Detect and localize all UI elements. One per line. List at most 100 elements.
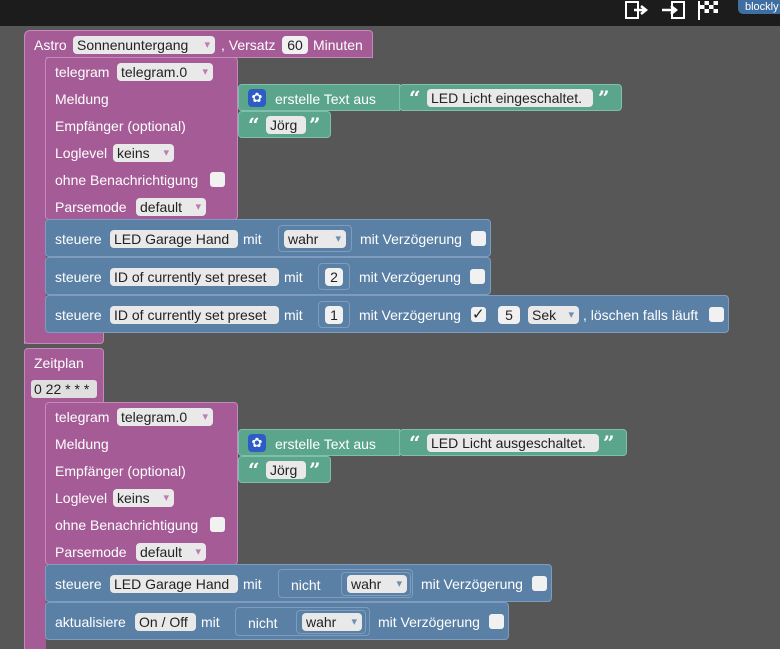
clear-if-running-checkbox[interactable] bbox=[709, 307, 724, 322]
astro-block-spine bbox=[24, 57, 46, 344]
text-join-block[interactable]: ✿ erstelle Text aus bbox=[238, 429, 400, 456]
logic-not-block[interactable]: nicht wahr bbox=[235, 607, 370, 636]
export-icon[interactable] bbox=[624, 0, 650, 20]
loglevel-label: Loglevel bbox=[55, 490, 108, 506]
delay-checkbox[interactable] bbox=[470, 269, 485, 284]
close-quote-icon: ” bbox=[603, 431, 615, 455]
loglevel-dropdown[interactable]: keins bbox=[113, 489, 174, 507]
control-verb: steuere bbox=[55, 231, 102, 247]
open-quote-icon: “ bbox=[409, 431, 421, 455]
control-state-block[interactable]: steuere ID of currently set preset mit 2… bbox=[45, 257, 491, 295]
text-join-block[interactable]: ✿ erstelle Text aus bbox=[238, 84, 400, 111]
parsemode-label: Parsemode bbox=[55, 199, 127, 215]
recipient-label: Empfänger (optional) bbox=[55, 118, 186, 134]
loglevel-dropdown[interactable]: keins bbox=[113, 144, 174, 162]
control-target-field[interactable]: ID of currently set preset bbox=[110, 268, 279, 286]
bool-dropdown[interactable]: wahr bbox=[284, 230, 346, 248]
recipient-label: Empfänger (optional) bbox=[55, 463, 186, 479]
gear-icon[interactable]: ✿ bbox=[248, 434, 266, 452]
parsemode-dropdown[interactable]: default bbox=[136, 543, 206, 561]
delay-checkbox-checked[interactable] bbox=[471, 305, 486, 323]
open-quote-icon: “ bbox=[248, 113, 260, 137]
open-quote-icon: “ bbox=[248, 458, 260, 482]
parsemode-label: Parsemode bbox=[55, 544, 127, 560]
bool-dropdown[interactable]: wahr bbox=[347, 575, 407, 593]
cron-field[interactable]: 0 22 * * * bbox=[31, 380, 97, 398]
number-field[interactable]: 1 bbox=[325, 306, 343, 324]
astro-trigger-block[interactable]: Astro Sonnenuntergang , Versatz 60 Minut… bbox=[24, 30, 373, 58]
telegram-block[interactable]: telegram telegram.0 Meldung Empfänger (o… bbox=[45, 402, 238, 565]
delay-label: mit Verzögerung bbox=[421, 576, 523, 592]
delay-unit-dropdown[interactable]: Sek bbox=[528, 306, 579, 324]
delay-value-field[interactable]: 5 bbox=[498, 306, 520, 324]
parsemode-dropdown[interactable]: default bbox=[136, 198, 206, 216]
close-quote-icon: ” bbox=[598, 86, 610, 110]
logic-not-block[interactable]: nicht wahr bbox=[278, 569, 413, 598]
recipient-text-block[interactable]: “ Jörg ” bbox=[238, 111, 331, 138]
delay-checkbox[interactable] bbox=[471, 231, 486, 246]
with-label: mit bbox=[284, 307, 303, 323]
number-value-block[interactable]: 1 bbox=[318, 301, 350, 328]
update-state-block[interactable]: aktualisiere On / Off mit nicht wahr mit… bbox=[45, 602, 509, 640]
with-label: mit bbox=[201, 614, 220, 630]
silent-checkbox[interactable] bbox=[210, 517, 225, 532]
control-state-block[interactable]: steuere LED Garage Hand mit wahr mit Ver… bbox=[45, 219, 491, 257]
offset-input[interactable]: 60 bbox=[282, 36, 308, 54]
control-state-block[interactable]: steuere LED Garage Hand mit nicht wahr m… bbox=[45, 564, 552, 602]
telegram-label: telegram bbox=[55, 64, 110, 80]
control-target-field[interactable]: ID of currently set preset bbox=[110, 306, 279, 324]
update-target-field[interactable]: On / Off bbox=[135, 613, 196, 631]
control-verb: steuere bbox=[55, 307, 102, 323]
update-verb: aktualisiere bbox=[55, 614, 126, 630]
telegram-instance-dropdown[interactable]: telegram.0 bbox=[117, 63, 213, 81]
number-value-block[interactable]: 2 bbox=[318, 263, 350, 290]
gear-icon[interactable]: ✿ bbox=[248, 89, 266, 107]
with-label: mit bbox=[243, 576, 262, 592]
recipient-text-field[interactable]: Jörg bbox=[266, 116, 306, 134]
silent-label: ohne Benachrichtigung bbox=[55, 172, 199, 188]
checkered-flag-icon[interactable] bbox=[696, 0, 722, 20]
with-label: mit bbox=[284, 269, 303, 285]
message-text-field[interactable]: LED Licht ausgeschaltet. bbox=[427, 434, 599, 452]
astro-event-dropdown[interactable]: Sonnenuntergang bbox=[73, 36, 215, 54]
message-label: Meldung bbox=[55, 436, 109, 452]
delay-checkbox[interactable] bbox=[489, 614, 504, 629]
text-join-label: erstelle Text aus bbox=[275, 91, 376, 107]
open-quote-icon: “ bbox=[409, 86, 421, 110]
telegram-instance-dropdown[interactable]: telegram.0 bbox=[117, 408, 213, 426]
control-state-block[interactable]: steuere ID of currently set preset mit 1… bbox=[45, 295, 729, 333]
delay-label: mit Verzögerung bbox=[359, 269, 461, 285]
minutes-label: Minuten bbox=[313, 37, 363, 53]
offset-label: , Versatz bbox=[221, 37, 276, 53]
import-icon[interactable] bbox=[660, 0, 686, 20]
message-text-field[interactable]: LED Licht eingeschaltet. bbox=[427, 89, 593, 107]
with-label: mit bbox=[243, 231, 262, 247]
control-target-field[interactable]: LED Garage Hand bbox=[110, 575, 238, 593]
silent-label: ohne Benachrichtigung bbox=[55, 517, 199, 533]
message-label: Meldung bbox=[55, 91, 109, 107]
schedule-block-spine bbox=[24, 402, 46, 649]
delay-checkbox[interactable] bbox=[532, 576, 547, 591]
not-label: nicht bbox=[248, 615, 278, 631]
delay-label: mit Verzögerung bbox=[360, 231, 462, 247]
clear-if-running-label: , löschen falls läuft bbox=[583, 307, 699, 323]
message-text-block[interactable]: “ LED Licht ausgeschaltet. ” bbox=[399, 429, 627, 456]
recipient-text-block[interactable]: “ Jörg ” bbox=[238, 456, 331, 483]
bool-value-block[interactable]: wahr bbox=[296, 610, 366, 634]
silent-checkbox[interactable] bbox=[210, 172, 225, 187]
bool-dropdown[interactable]: wahr bbox=[302, 613, 362, 631]
text-join-label: erstelle Text aus bbox=[275, 436, 376, 452]
telegram-block[interactable]: telegram telegram.0 Meldung Empfänger (o… bbox=[45, 57, 238, 220]
telegram-label: telegram bbox=[55, 409, 110, 425]
delay-label: mit Verzögerung bbox=[359, 307, 461, 323]
control-target-field[interactable]: LED Garage Hand bbox=[110, 230, 238, 248]
bool-value-block[interactable]: wahr bbox=[341, 572, 411, 596]
schedule-trigger-block[interactable]: Zeitplan 0 22 * * * bbox=[24, 348, 104, 403]
toolbar: blockly bbox=[0, 0, 780, 26]
number-field[interactable]: 2 bbox=[325, 268, 343, 286]
bool-value-block[interactable]: wahr bbox=[278, 225, 352, 252]
blockly-badge[interactable]: blockly bbox=[738, 0, 780, 14]
recipient-text-field[interactable]: Jörg bbox=[266, 461, 306, 479]
control-verb: steuere bbox=[55, 576, 102, 592]
message-text-block[interactable]: “ LED Licht eingeschaltet. ” bbox=[399, 84, 622, 111]
